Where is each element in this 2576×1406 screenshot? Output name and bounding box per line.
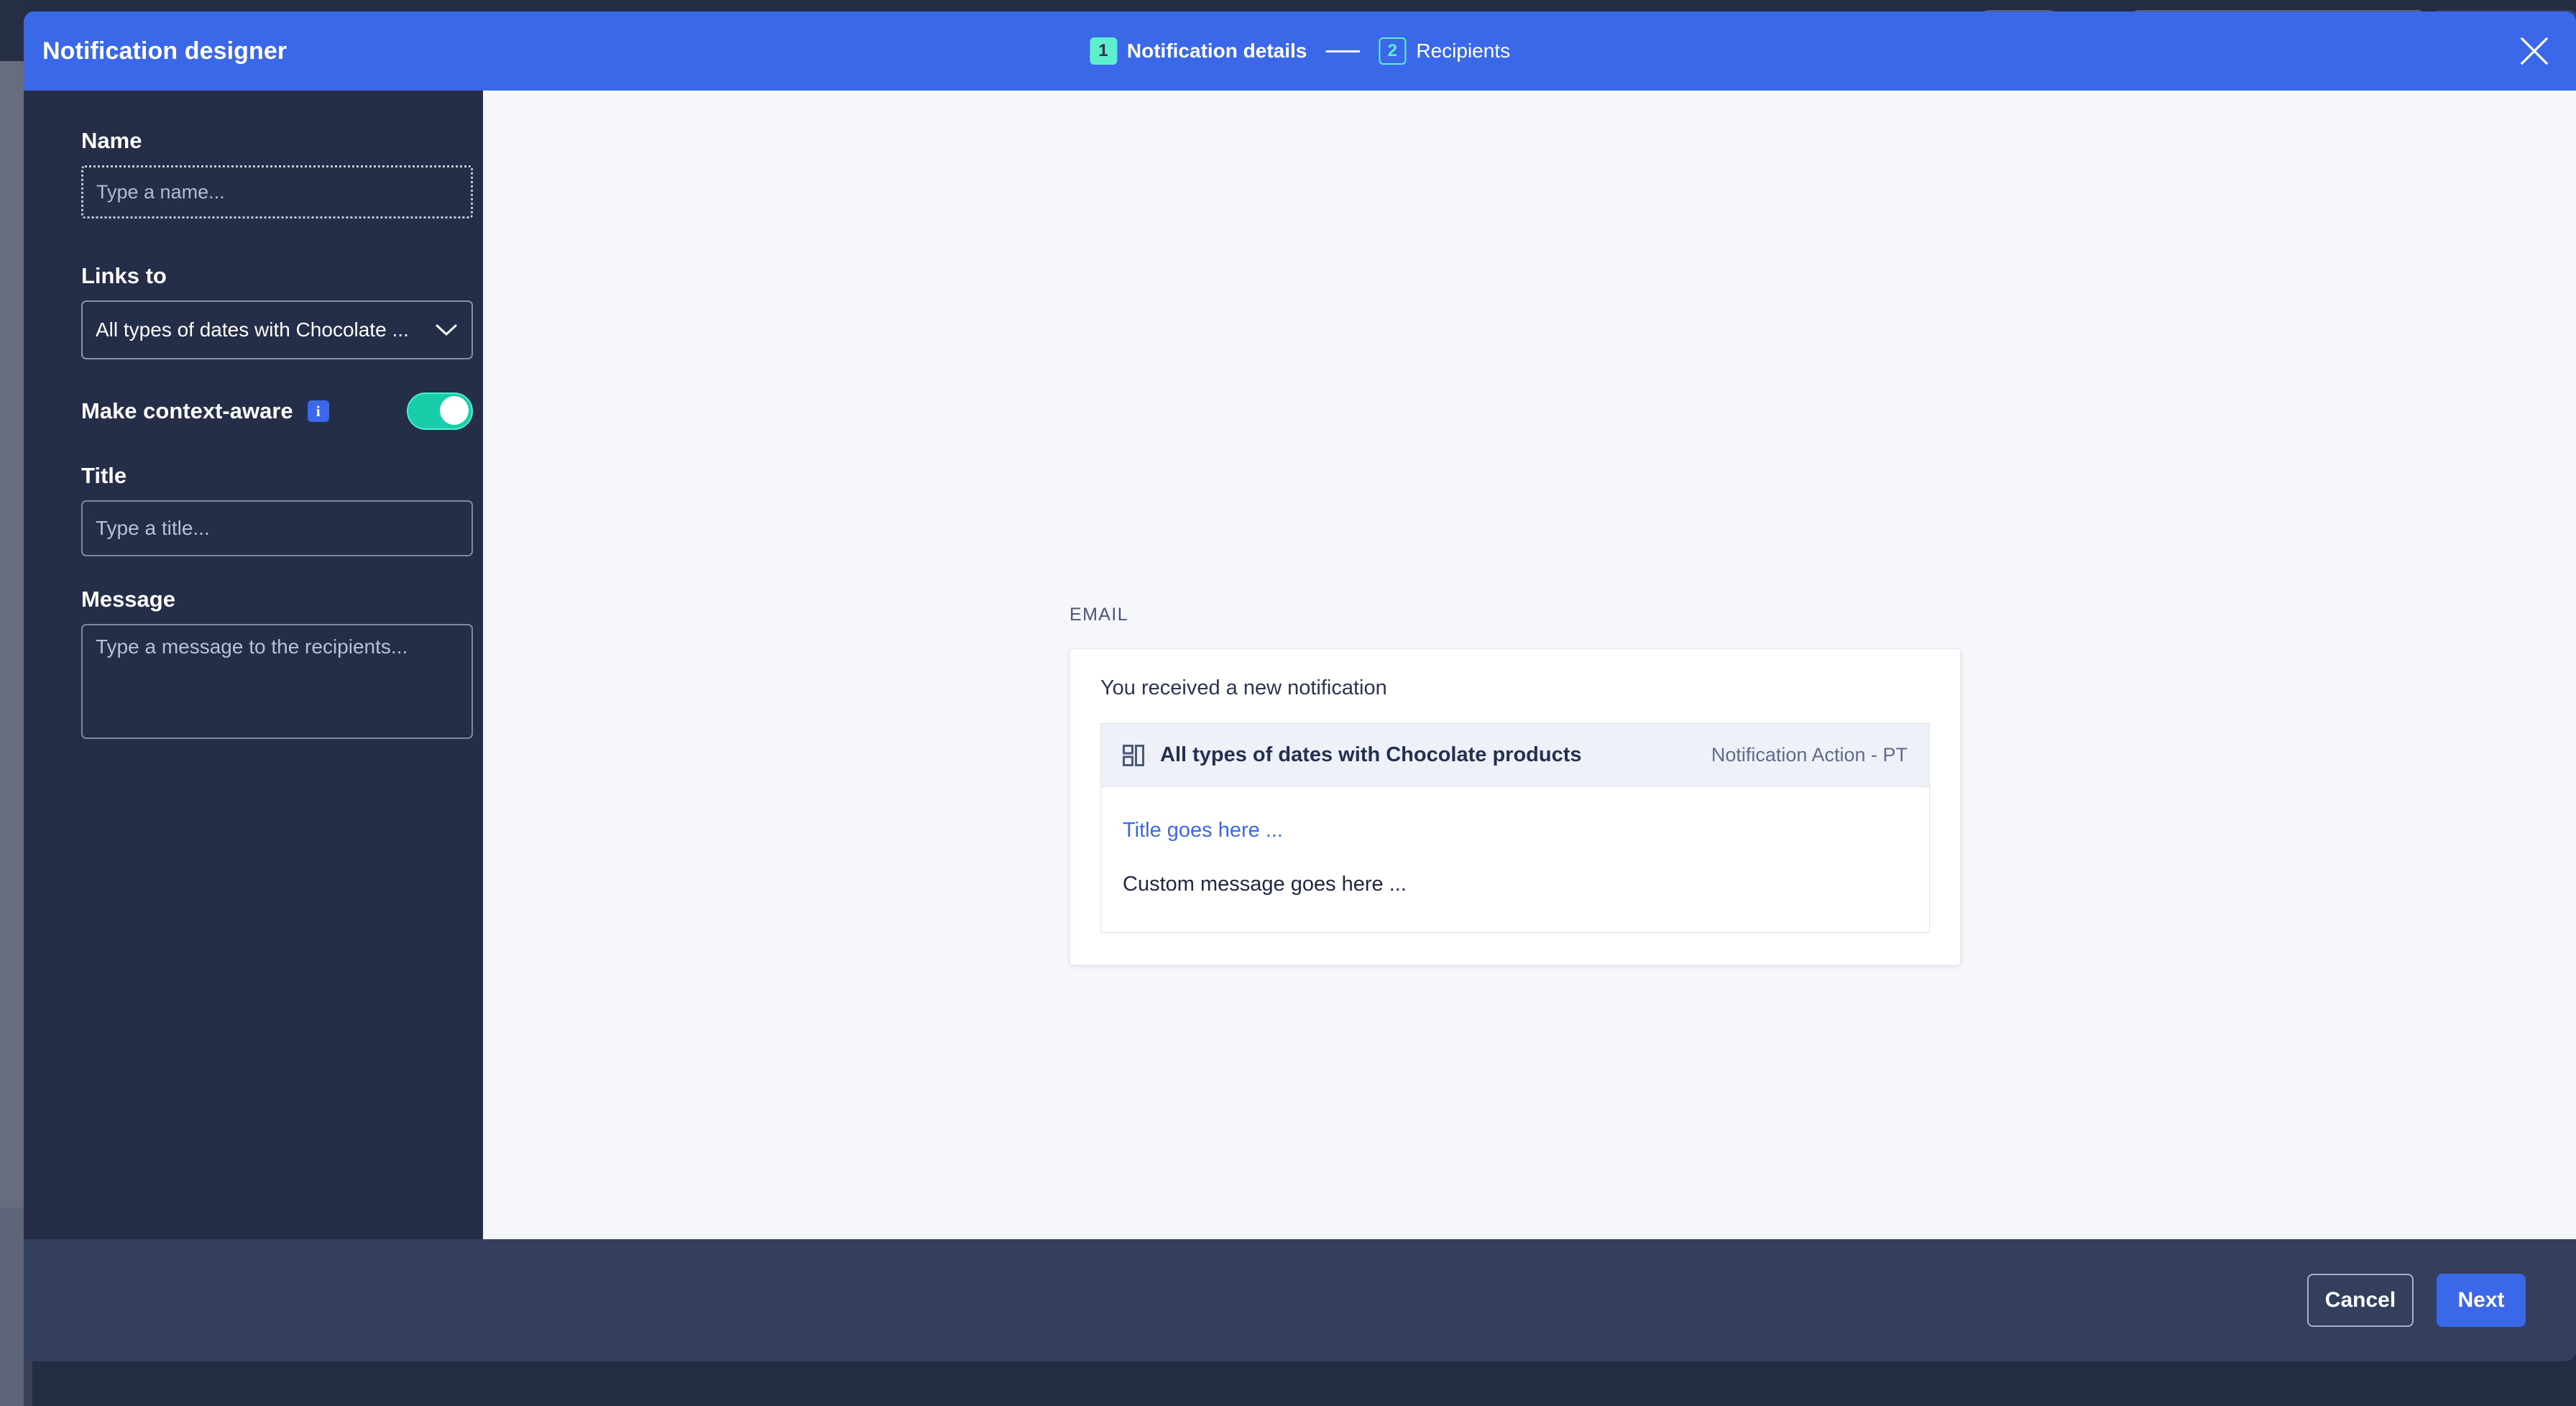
step-2-badge: 2 [1379,37,1406,65]
links-to-label: Links to [81,263,426,289]
context-aware-label: Make context-aware [81,398,293,424]
modal-body: Name Links to All types of dates with Ch… [24,91,2576,1239]
stepper-connector [1325,50,1360,52]
email-greeting: You received a new notification [1100,676,1930,700]
stepper: 1 Notification details 2 Recipients [1090,37,1510,65]
step-1-label: Notification details [1127,40,1307,63]
name-input[interactable] [81,165,473,219]
email-action-name: Notification Action - PT [1711,744,1908,766]
links-to-select[interactable]: All types of dates with Chocolate ... [81,300,473,359]
step-2-label: Recipients [1416,40,1510,63]
message-label: Message [81,587,426,612]
field-name: Name [24,128,483,219]
dashboard-icon [1123,745,1144,766]
email-inner-frame: All types of dates with Chocolate produc… [1100,723,1930,933]
field-context-aware: Make context-aware i [24,390,483,433]
links-to-value: All types of dates with Chocolate ... [96,318,434,341]
info-icon[interactable]: i [308,400,329,422]
email-message-text: Custom message goes here ... [1123,873,1908,896]
email-title-link[interactable]: Title goes here ... [1123,819,1908,842]
modal-header: Notification designer 1 Notification det… [24,12,2576,91]
message-input[interactable] [81,624,473,739]
context-aware-toggle[interactable] [407,392,473,430]
cancel-button[interactable]: Cancel [2307,1274,2414,1327]
field-title: Title [24,463,483,556]
field-links-to: Links to All types of dates with Chocola… [24,263,483,359]
page-title: Notification designer [42,37,287,65]
stepper-step-recipients[interactable]: 2 Recipients [1379,37,1510,65]
stepper-step-notification-details[interactable]: 1 Notification details [1090,37,1307,65]
close-icon[interactable] [2511,28,2557,74]
email-object-header: All types of dates with Chocolate produc… [1101,724,1929,787]
preview-content-area: EMAIL You received a new notification [483,91,2576,1239]
backdrop-left-rail-lower [0,1208,24,1330]
email-inner-body: Title goes here ... Custom message goes … [1101,787,1929,932]
backdrop-bottom-rail [0,1330,24,1406]
field-message: Message [24,587,483,743]
context-aware-row: Make context-aware i [81,390,473,433]
title-input[interactable] [81,500,473,556]
next-button[interactable]: Next [2437,1274,2526,1327]
modal-footer: Cancel Next [24,1239,2576,1361]
title-label: Title [81,463,426,489]
email-object-name: All types of dates with Chocolate produc… [1160,743,1711,767]
email-preview-section: EMAIL You received a new notification [1070,605,1961,965]
email-channel-label: EMAIL [1070,605,1961,625]
email-preview-card: You received a new notification All type [1070,648,1961,965]
toggle-knob [440,396,469,425]
backdrop-left-rail [0,61,24,1330]
step-1-badge: 1 [1090,37,1117,65]
chevron-down-icon [434,322,459,338]
designer-form-sidebar: Name Links to All types of dates with Ch… [24,91,483,1239]
name-label: Name [81,128,426,154]
notification-designer-modal: Notification designer 1 Notification det… [24,12,2576,1361]
